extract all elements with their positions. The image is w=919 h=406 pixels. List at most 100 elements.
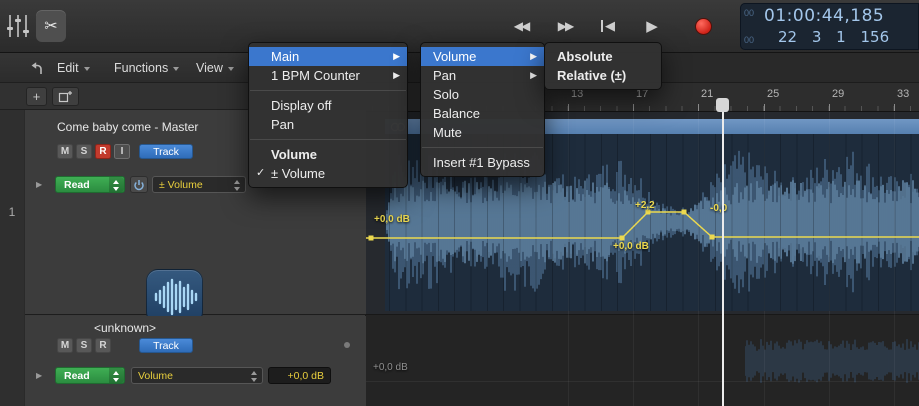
mute-button[interactable]: M xyxy=(57,338,73,353)
ruler-label: 25 xyxy=(767,88,779,100)
functions-menu[interactable]: Functions xyxy=(114,53,179,82)
automation-parameter-menu: Main ▶ 1 BPM Counter ▶ Display off Pan V… xyxy=(248,42,408,188)
track-lane-2 xyxy=(366,316,919,406)
plus-icon: + xyxy=(33,89,41,104)
track-alternative-button[interactable]: Track xyxy=(139,338,193,353)
forward-icon: ▶▶ xyxy=(556,19,572,33)
menu-item-volume[interactable]: Volume ▶ xyxy=(421,47,544,66)
menu-item-pan[interactable]: Pan xyxy=(249,115,407,134)
chevron-down-icon xyxy=(84,67,90,71)
track-header-2[interactable]: <unknown> M S R Track ▶ Read Volume +0,0… xyxy=(25,316,366,406)
ruler-label: 33 xyxy=(897,88,909,100)
record-button[interactable] xyxy=(688,10,718,42)
automation-label-peak[interactable]: +2,2 xyxy=(635,200,655,211)
automation-value-box[interactable]: +0,0 dB xyxy=(268,367,331,384)
waveform-core-path xyxy=(385,180,919,263)
duplicate-track-icon xyxy=(58,90,73,103)
menu-item-label: Pan xyxy=(271,117,294,132)
automation-parameter-label: Volume xyxy=(138,370,173,382)
mute-button[interactable]: M xyxy=(57,144,73,159)
duplicate-track-button[interactable] xyxy=(52,87,79,106)
disclosure-triangle[interactable]: ▶ xyxy=(36,180,42,189)
record-enable-button[interactable]: R xyxy=(95,144,111,159)
ruler-major-tick xyxy=(894,104,895,111)
automation-label-mid[interactable]: +0,0 dB xyxy=(613,241,649,252)
view-menu-label: View xyxy=(196,61,223,75)
chevron-down-icon xyxy=(173,67,179,71)
automation-label-end[interactable]: -0,0 xyxy=(710,203,727,214)
skip-triangle-icon: ◀ xyxy=(605,18,615,34)
menu-item-pm-volume[interactable]: ✓ ± Volume xyxy=(249,164,407,183)
menu-item-balance[interactable]: Balance xyxy=(421,104,544,123)
automation-parameter-select[interactable]: Volume xyxy=(131,367,263,384)
solo-button[interactable]: S xyxy=(76,144,92,159)
automation-parameter-select[interactable]: ± Volume xyxy=(152,176,246,193)
ruler-major-tick xyxy=(698,104,699,111)
track2-automation-line[interactable] xyxy=(366,381,919,382)
record-enable-button[interactable]: R xyxy=(95,338,111,353)
ruler-label: 29 xyxy=(832,88,844,100)
menu-item-volume[interactable]: Volume xyxy=(249,145,407,164)
transport-controls: ◀◀ ▶▶ ◀ ▶ xyxy=(498,10,718,42)
logic-pro-window: ✂ ◀◀ ▶▶ ◀ ▶ 00 00 xyxy=(0,0,919,406)
back-button[interactable] xyxy=(26,57,48,79)
forward-button[interactable]: ▶▶ xyxy=(542,10,586,42)
automation-mode-select[interactable]: Read xyxy=(55,367,125,384)
menu-item-relative[interactable]: Relative (±) xyxy=(545,66,661,85)
track-number: 1 xyxy=(0,205,24,219)
menu-item-label: Absolute xyxy=(557,49,613,64)
volume-submenu: Absolute Relative (±) xyxy=(544,42,662,90)
menu-item-label: 1 BPM Counter xyxy=(271,68,360,83)
scissors-tool-button[interactable]: ✂ xyxy=(36,10,66,42)
rewind-button[interactable]: ◀◀ xyxy=(498,10,542,42)
menu-item-pan[interactable]: Pan ▶ xyxy=(421,66,544,85)
automation-mode-button[interactable] xyxy=(4,10,32,42)
lcd-position: 22 3 1 156 xyxy=(764,28,889,46)
menu-item-label: Pan xyxy=(433,68,456,83)
track-alternative-button[interactable]: Track xyxy=(139,144,193,159)
automation-power-button[interactable] xyxy=(130,176,148,193)
menu-item-main[interactable]: Main ▶ xyxy=(249,47,407,66)
menu-item-solo[interactable]: Solo xyxy=(421,85,544,104)
disclosure-triangle[interactable]: ▶ xyxy=(36,371,42,380)
solo-button[interactable]: S xyxy=(76,338,92,353)
play-icon: ▶ xyxy=(646,17,658,35)
menu-item-label: Volume xyxy=(271,147,317,162)
track-name[interactable]: <unknown> xyxy=(94,321,156,335)
checkmark-icon: ✓ xyxy=(256,164,265,183)
add-track-button[interactable]: + xyxy=(26,87,47,106)
menu-item-absolute[interactable]: Absolute xyxy=(545,47,661,66)
input-monitor-button[interactable]: I xyxy=(114,144,130,159)
bar-gridline xyxy=(698,112,699,406)
submenu-arrow-icon: ▶ xyxy=(393,47,400,66)
track-color-dot xyxy=(344,342,350,348)
track-name[interactable]: Come baby come - Master xyxy=(57,120,198,134)
playhead-handle[interactable] xyxy=(716,98,729,112)
back-arrow-icon xyxy=(29,60,45,76)
menu-item-label: Display off xyxy=(271,98,331,113)
up-down-chevron-icon xyxy=(250,371,258,382)
menu-item-label: ± Volume xyxy=(271,166,325,181)
faders-icon xyxy=(6,13,30,39)
automation-mode-label: Read xyxy=(64,370,90,382)
power-icon xyxy=(133,179,145,191)
rewind-icon: ◀◀ xyxy=(512,19,528,33)
up-down-chevron-icon xyxy=(112,180,120,191)
lcd-display[interactable]: 00 00 01:00:44,185 22 3 1 156 xyxy=(740,3,919,50)
lcd-aux-digits: 00 00 xyxy=(740,9,754,45)
menu-item-display-off[interactable]: Display off xyxy=(249,96,407,115)
ruler-major-tick xyxy=(633,104,634,111)
edit-menu[interactable]: Edit xyxy=(57,53,90,82)
play-button[interactable]: ▶ xyxy=(630,10,674,42)
view-menu[interactable]: View xyxy=(196,53,234,82)
menu-item-mute[interactable]: Mute xyxy=(421,123,544,142)
menu-separator xyxy=(422,147,543,148)
menu-item-label: Volume xyxy=(433,49,476,64)
menu-item-label: Insert #1 Bypass xyxy=(433,155,530,170)
menu-item-bpm-counter[interactable]: 1 BPM Counter ▶ xyxy=(249,66,407,85)
go-to-beginning-button[interactable]: ◀ xyxy=(586,10,630,42)
lcd-aux-bottom: 00 xyxy=(744,36,754,45)
menu-item-insert-bypass[interactable]: Insert #1 Bypass xyxy=(421,153,544,172)
automation-label-start[interactable]: +0,0 dB xyxy=(374,214,410,225)
automation-mode-select[interactable]: Read xyxy=(55,176,125,193)
